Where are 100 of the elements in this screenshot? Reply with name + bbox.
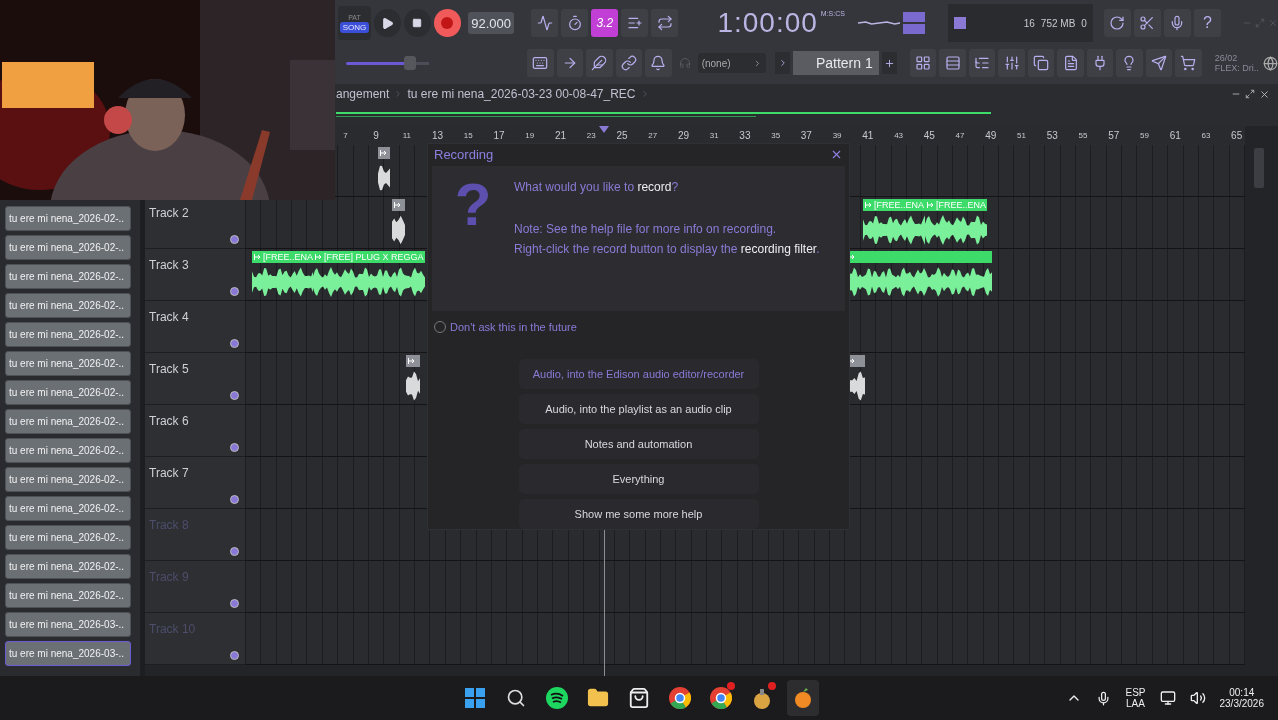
globe-icon[interactable]	[1263, 55, 1278, 71]
browser-clip[interactable]: tu ere mi nena_2026-02-..	[5, 409, 131, 434]
browser-clip[interactable]: tu ere mi nena_2026-02-..	[5, 293, 131, 318]
link-button[interactable]	[615, 49, 643, 77]
monitor-icon[interactable]	[1159, 690, 1176, 706]
browser-clip[interactable]: tu ere mi nena_2026-02-..	[5, 583, 131, 608]
browser-clip[interactable]: tu ere mi nena_2026-02-..	[5, 206, 131, 231]
plug-icon	[1092, 55, 1108, 71]
track-button-icon[interactable]	[230, 443, 239, 452]
restore-icon[interactable]	[1245, 89, 1255, 99]
feather-button[interactable]	[586, 49, 613, 77]
browser-clip[interactable]: tu ere mi nena_2026-02-..	[5, 380, 131, 405]
language-label[interactable]: ESP	[1125, 687, 1146, 698]
scissors-button[interactable]	[1133, 9, 1161, 37]
microphone-button[interactable]	[1163, 9, 1191, 37]
browser-clip[interactable]: tu ere mi nena_2026-02-..	[5, 438, 131, 463]
audio-clip[interactable]	[406, 355, 420, 402]
bar-number: 47	[954, 131, 966, 140]
copy-button[interactable]	[1027, 49, 1055, 77]
track-name[interactable]: Track 4	[149, 310, 189, 324]
browser-clip[interactable]: tu ere mi nena_2026-02-..	[5, 351, 131, 376]
pulse-button[interactable]	[531, 9, 559, 37]
taskbar-app-button[interactable]	[787, 680, 819, 716]
timer-button[interactable]	[561, 9, 589, 37]
track-button-icon[interactable]	[230, 235, 239, 244]
browser-clip[interactable]: tu ere mi nena_2026-02-..	[5, 496, 131, 521]
record-option-button[interactable]: Audio, into the Edison audio editor/recorder	[518, 359, 759, 389]
track-button-icon[interactable]	[230, 495, 239, 504]
info-date: 26/02	[1214, 53, 1239, 63]
plug-button[interactable]	[1086, 49, 1114, 77]
record-option-button[interactable]: Audio, into the playlist as an audio clip	[518, 394, 759, 424]
hint-text: Right-click the record button to display the recording filter.	[514, 242, 820, 256]
grid-button[interactable]	[909, 49, 937, 77]
browser-clip[interactable]: tu ere mi nena_2026-03-..	[5, 612, 131, 637]
microphone-icon[interactable]	[1096, 690, 1112, 706]
track-name[interactable]: Track 2	[149, 206, 189, 220]
audio-clip[interactable]	[392, 199, 405, 246]
clock-date[interactable]: 23/3/2026	[1219, 698, 1264, 709]
mixer-button[interactable]	[998, 49, 1025, 77]
help-button[interactable]: ?	[1194, 9, 1221, 37]
track-button-icon[interactable]	[230, 391, 239, 400]
layout-label[interactable]: LAA	[1126, 698, 1145, 709]
pattern-field[interactable]: Pattern 1	[793, 51, 879, 75]
track-name[interactable]: Track 5	[149, 362, 189, 376]
master-volume-slider[interactable]	[346, 56, 430, 70]
track-name[interactable]: Track 3	[149, 258, 189, 272]
clip-label: [FREE] PLUG X REGGA	[324, 252, 424, 262]
tempo-field[interactable]: 92.000	[467, 12, 515, 34]
clock-time[interactable]: 00:14	[1229, 687, 1255, 698]
track-button-icon[interactable]	[230, 599, 239, 608]
checkbox-label[interactable]: Don't ask this in the future	[450, 321, 577, 333]
breadcrumb-item[interactable]: tu ere mi nena_2026-03-23 00-08-47_REC	[407, 87, 636, 101]
track-button-icon[interactable]	[230, 547, 239, 556]
repeat-button[interactable]	[651, 9, 679, 37]
track-name[interactable]: Track 7	[149, 466, 189, 480]
snap-button[interactable]: 3.2	[591, 9, 619, 37]
list-plus-button[interactable]	[621, 9, 649, 37]
channel-select[interactable]: (none)	[697, 53, 767, 73]
record-button[interactable]	[433, 9, 461, 37]
slider-thumb[interactable]	[404, 56, 417, 70]
arrow-button[interactable]	[556, 49, 584, 77]
rows-button[interactable]	[939, 49, 966, 77]
polyphony-reading: 0	[1081, 17, 1087, 29]
scrollbar-thumb[interactable]	[1254, 148, 1264, 188]
record-option-button[interactable]: Everything	[518, 464, 759, 494]
refresh-button[interactable]	[1103, 9, 1131, 37]
play-button[interactable]	[373, 9, 401, 37]
track-button-icon[interactable]	[230, 287, 239, 296]
close-icon[interactable]	[1259, 88, 1270, 100]
tree-button[interactable]	[968, 49, 996, 77]
track-button-icon[interactable]	[230, 339, 239, 348]
bar-number: 65	[1230, 130, 1244, 141]
browser-clip[interactable]: tu ere mi nena_2026-02-..	[5, 467, 131, 492]
track-name[interactable]: Track 6	[149, 414, 189, 428]
send-button[interactable]	[1145, 49, 1173, 77]
bar-number: 43	[893, 131, 905, 140]
breadcrumb-item[interactable]: angement	[336, 87, 390, 101]
lightbulb-button[interactable]	[1116, 49, 1143, 77]
meter-icon	[903, 12, 925, 34]
track-button-icon[interactable]	[230, 651, 239, 660]
list-plus-icon	[626, 15, 643, 31]
browser-clip[interactable]: tu ere mi nena_2026-02-..	[5, 322, 131, 347]
browser-clip[interactable]: tu ere mi nena_2026-02-..	[5, 525, 131, 550]
browser-clip[interactable]: tu ere mi nena_2026-03-..	[5, 641, 131, 666]
cart-button[interactable]	[1175, 49, 1202, 77]
file-button[interactable]	[1057, 49, 1084, 77]
record-option-button[interactable]: Notes and automation	[518, 429, 759, 459]
volume-icon[interactable]	[1189, 690, 1206, 706]
stop-button[interactable]	[403, 9, 431, 37]
record-option-button[interactable]: Show me some more help	[518, 499, 759, 529]
browser-clip[interactable]: tu ere mi nena_2026-02-..	[5, 264, 131, 289]
add-pattern-button[interactable]	[881, 52, 897, 74]
bell-button[interactable]	[645, 49, 672, 77]
time-display: 1:00:00	[717, 7, 818, 39]
notification-badge-icon	[727, 682, 735, 690]
grid-icon	[915, 55, 932, 71]
link-icon	[620, 55, 637, 71]
keyboard-button[interactable]	[527, 49, 554, 77]
browser-clip[interactable]: tu ere mi nena_2026-02-..	[5, 235, 131, 260]
browser-clip[interactable]: tu ere mi nena_2026-02-..	[5, 554, 131, 579]
